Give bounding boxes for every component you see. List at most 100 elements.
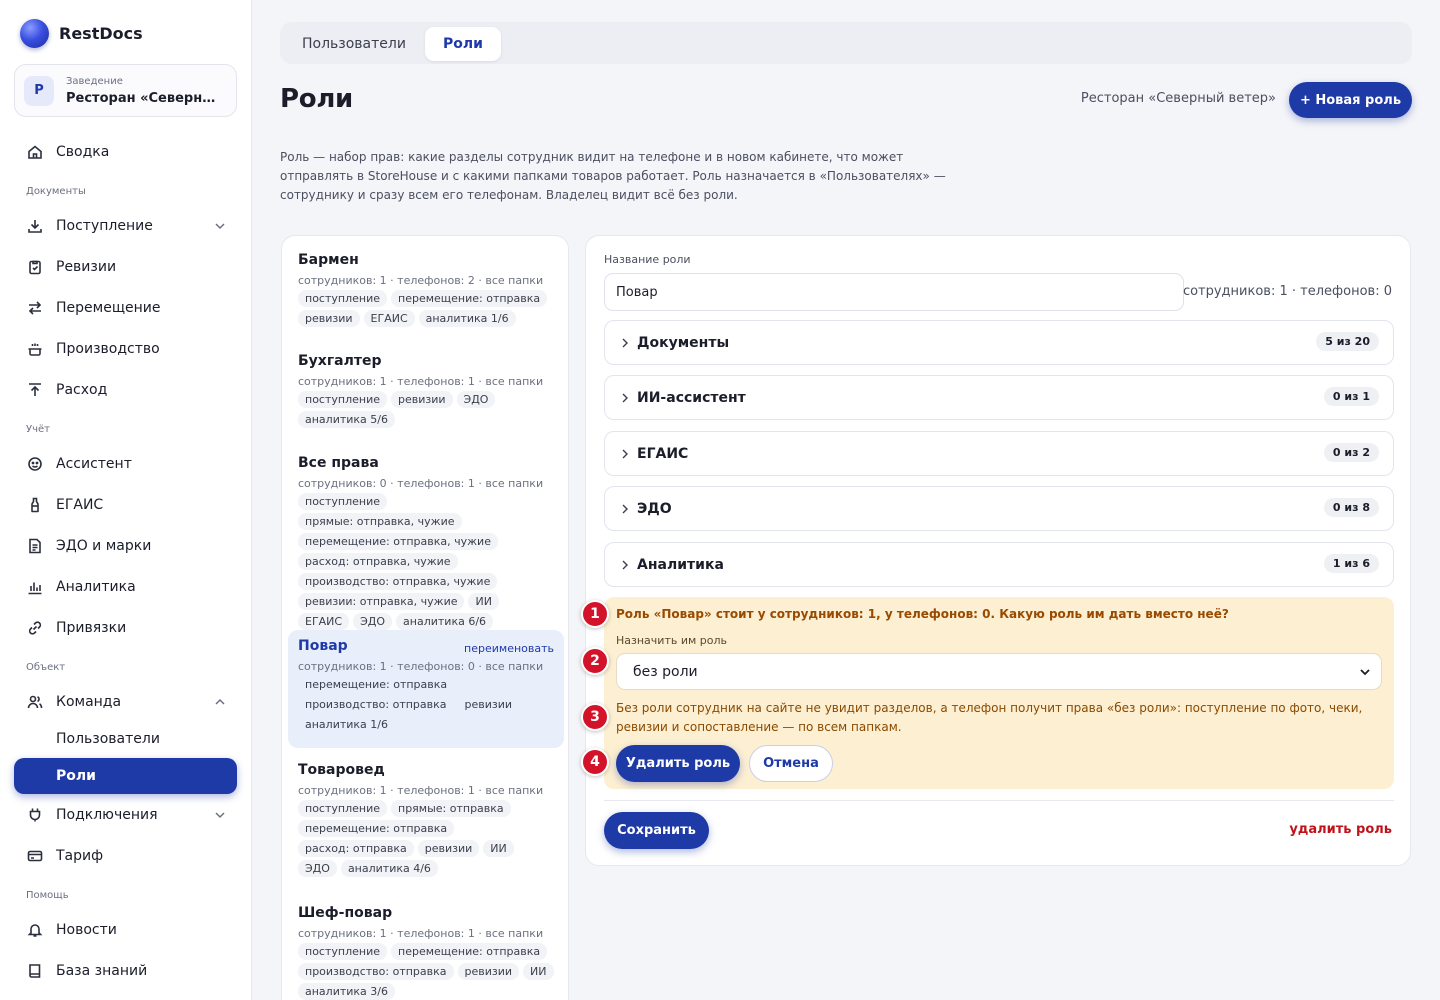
chevron-down-icon [215,223,225,230]
sidebar-item-connections[interactable]: Подключения [14,797,237,833]
group-edo[interactable]: ЭДО 0 из 8 [604,486,1394,531]
group-ai-assistant[interactable]: ИИ-ассистент 0 из 1 [604,375,1394,420]
group-count: 5 из 20 [1316,332,1379,351]
sidebar-item-production[interactable]: Производство [14,331,237,367]
role-chip: производство: отправка [298,963,454,980]
group-analytics[interactable]: Аналитика 1 из 6 [604,542,1394,587]
sidebar-item-label: Поступление [56,218,153,234]
role-chip: ревизии: отправка, чужие [298,593,465,610]
group-title: ЕГАИС [637,445,689,462]
sidebar-item-label: ЭДО и марки [56,538,152,554]
divider [604,800,1394,801]
role-item-barmen[interactable]: Бармен сотрудников: 1 · телефонов: 2 · в… [288,244,564,335]
role-chip: перемещение: отправка [391,943,548,960]
sidebar-item-label: Тариф [56,848,104,864]
role-item-all-rights[interactable]: Все права сотрудников: 0 · телефонов: 1 … [288,447,564,638]
role-name: Все права [298,455,379,471]
role-chip: производство: отправка, чужие [298,573,498,590]
sidebar-item-expense[interactable]: Расход [14,372,237,408]
assistant-icon [26,455,44,473]
role-meta: сотрудников: 1 · телефонов: 1 · все папк… [298,927,544,940]
document-icon [26,537,44,555]
role-name: Товаровед [298,762,385,778]
role-meta: сотрудников: 1 · телефонов: 1 · все папк… [298,375,544,388]
rename-link[interactable]: переименовать [464,642,554,655]
role-item-merchandiser[interactable]: Товаровед сотрудников: 1 · телефонов: 1 … [288,754,564,885]
role-item-accountant[interactable]: Бухгалтер сотрудников: 1 · телефонов: 1 … [288,345,564,436]
delete-role-button[interactable]: Удалить роль [616,745,740,782]
sidebar-item-roles[interactable]: Роли [14,758,237,794]
sidebar-item-edo[interactable]: ЭДО и марки [14,528,237,564]
sidebar-item-kb[interactable]: База знаний [14,953,237,989]
sidebar-item-summary[interactable]: Сводка [14,134,237,170]
bottle-icon [26,496,44,514]
section-documents: Документы [26,186,86,197]
sidebar-item-bindings[interactable]: Привязки [14,610,237,646]
new-role-button[interactable]: + Новая роль [1289,82,1412,118]
save-button[interactable]: Сохранить [604,812,709,849]
role-name: Бармен [298,252,359,268]
sidebar-item-revisions[interactable]: Ревизии [14,249,237,285]
brand[interactable]: RestDocs [20,19,143,48]
role-name-input[interactable] [604,273,1184,311]
sidebar-item-assistant[interactable]: Ассистент [14,446,237,482]
marker-1: 1 [581,600,609,628]
tab-roles[interactable]: Роли [425,27,501,61]
role-chip: аналитика 6/6 [396,613,494,630]
role-item-chef[interactable]: Шеф-повар сотрудников: 1 · телефонов: 1 … [288,897,564,1000]
role-chip: аналитика 3/6 [298,983,395,1000]
role-chip: поступление [298,391,387,408]
role-chip: поступление [298,943,387,960]
role-name-label: Название роли [604,253,691,266]
role-chip: аналитика 1/6 [305,718,388,731]
delete-role-link[interactable]: удалить роль [1289,822,1392,837]
sidebar-item-incoming[interactable]: Поступление [14,208,237,244]
section-accounting: Учёт [26,424,50,435]
venue-badge: Р [24,75,54,106]
section-help: Помощь [26,890,69,901]
sidebar-item-label: Ассистент [56,456,132,472]
roles-list: Бармен сотрудников: 1 · телефонов: 2 · в… [281,235,569,1000]
sidebar-item-egais[interactable]: ЕГАИС [14,487,237,523]
role-meta: сотрудников: 1 · телефонов: 1 · все папк… [298,784,544,797]
sidebar-item-transfer[interactable]: Перемещение [14,290,237,326]
role-item-cook[interactable]: Повар переименовать сотрудников: 1 · тел… [288,630,564,748]
role-chip: прямые: отправка [391,800,511,817]
role-chip: ЕГАИС [363,310,415,327]
clipboard-icon [26,258,44,276]
card-icon [26,847,44,865]
role-meta: сотрудников: 0 · телефонов: 1 · все папк… [298,477,544,490]
sidebar-item-label: Подключения [56,807,158,823]
tab-users[interactable]: Пользователи [284,27,424,61]
page-title: Роли [280,84,353,114]
brand-name: RestDocs [59,24,143,43]
cancel-button[interactable]: Отмена [749,745,833,782]
sidebar-item-users[interactable]: Пользователи [14,721,237,757]
sidebar-item-team[interactable]: Команда [14,684,237,720]
role-chip: аналитика 4/6 [340,860,438,877]
sidebar-item-news[interactable]: Новости [14,912,237,948]
group-egais[interactable]: ЕГАИС 0 из 2 [604,431,1394,476]
role-chip: ревизии [464,698,513,711]
sidebar-item-label: Сводка [56,144,110,160]
sidebar-item-analytics[interactable]: Аналитика [14,569,237,605]
role-chip: аналитика 5/6 [298,411,395,428]
select-value: без роли [633,663,698,680]
sidebar-item-tariff[interactable]: Тариф [14,838,237,874]
group-documents[interactable]: Документы 5 из 20 [604,320,1394,365]
role-chip: аналитика 1/6 [418,310,516,327]
warning-note: Без роли сотрудник на сайте не увидит ра… [616,701,1363,734]
assign-role-select[interactable]: без роли [616,653,1382,690]
header-venue: Ресторан «Северный ветер» [1080,91,1276,106]
chevron-up-icon [215,698,225,705]
upload-icon [26,381,44,399]
role-chip: перемещение: отправка, чужие [298,533,498,550]
chevron-right-icon [622,338,628,347]
sidebar-item-label: ЕГАИС [56,497,104,513]
chevron-right-icon [622,449,628,458]
home-icon [26,143,44,161]
venue-selector[interactable]: Р Заведение Ресторан «Северный ветер» [14,64,237,117]
chevron-right-icon [622,504,628,513]
chevron-right-icon [622,560,628,569]
role-chip: ИИ [483,840,514,857]
